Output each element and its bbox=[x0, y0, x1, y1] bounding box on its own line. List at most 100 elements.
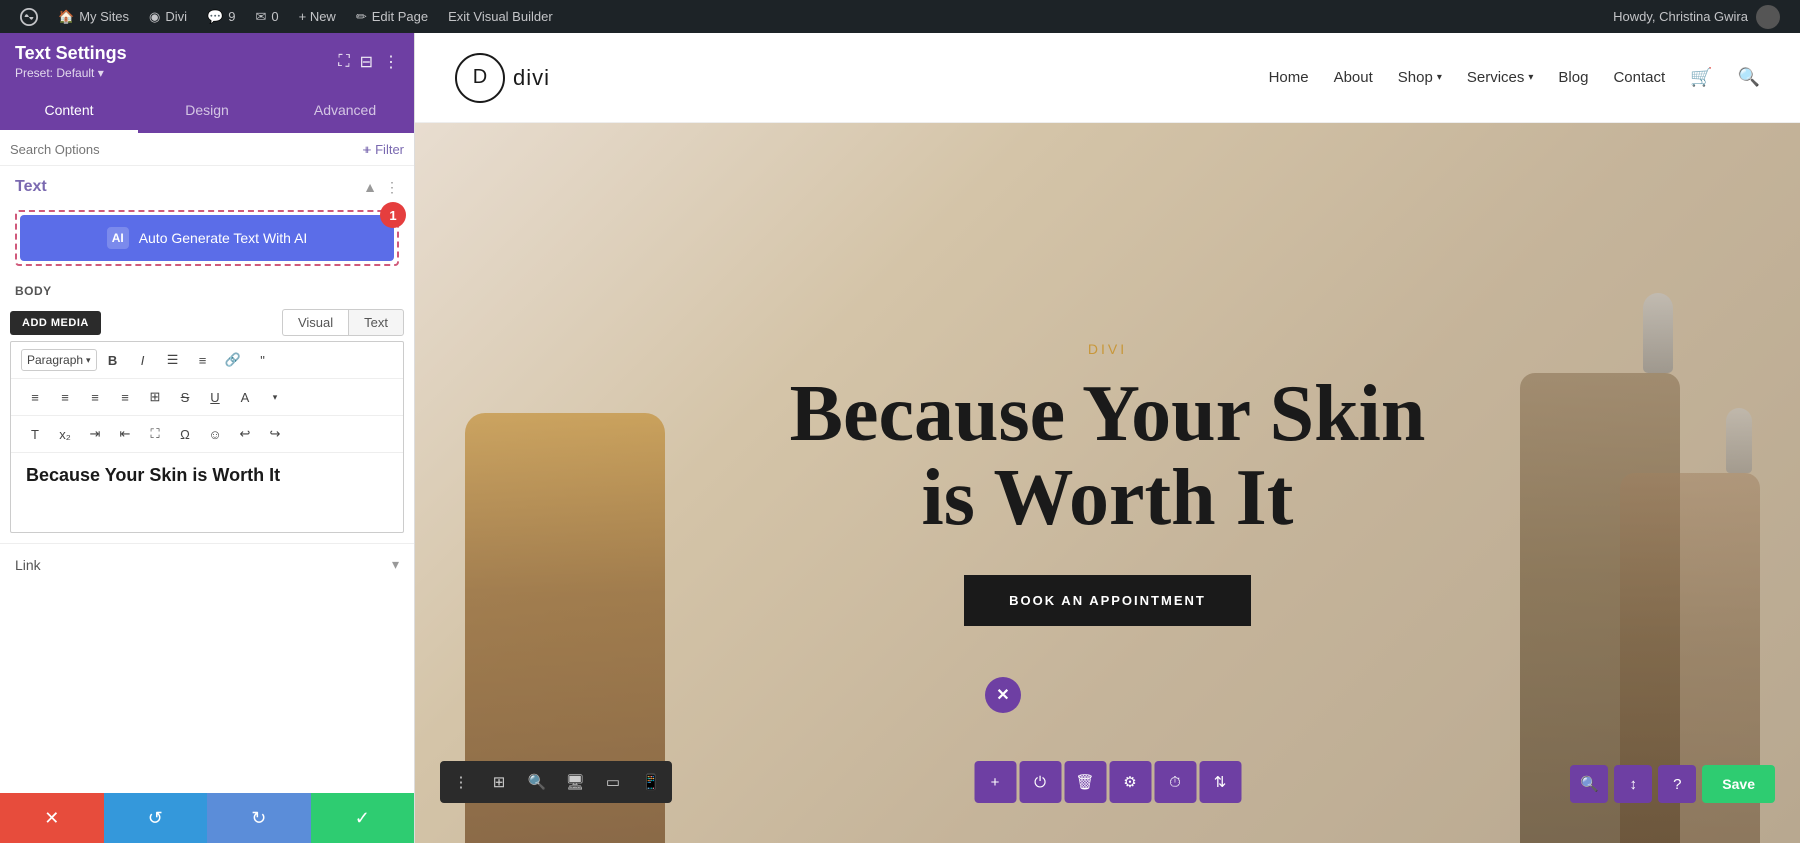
section-header-icons: ▲ ⋮ bbox=[363, 179, 399, 196]
panel-header: Text Settings Preset: Default ▾ ⛶ ⊟ ⋮ bbox=[0, 33, 414, 90]
delete-module-button[interactable]: 🗑 bbox=[1064, 761, 1106, 803]
collapse-icon[interactable]: ▲ bbox=[363, 179, 377, 195]
save-button[interactable]: Save bbox=[1702, 765, 1775, 803]
comments-menu[interactable]: 💬 9 bbox=[197, 0, 245, 33]
tab-design[interactable]: Design bbox=[138, 90, 276, 133]
edit-page-btn[interactable]: ✏ Edit Page bbox=[346, 0, 438, 33]
strikethrough-button[interactable]: S bbox=[171, 383, 199, 411]
ai-generate-button[interactable]: AI Auto Generate Text With AI bbox=[20, 215, 394, 261]
link-button[interactable]: 🔗 bbox=[219, 346, 247, 374]
mobile-view-button[interactable]: 📱 bbox=[632, 763, 670, 801]
nav-about[interactable]: About bbox=[1334, 69, 1373, 86]
outdent-button[interactable]: ⇤ bbox=[111, 420, 139, 448]
align-right-button[interactable]: ≡ bbox=[81, 383, 109, 411]
paste-text-button[interactable]: T bbox=[21, 420, 49, 448]
grid-button[interactable]: ⊞ bbox=[480, 763, 518, 801]
table-button[interactable]: ⊞ bbox=[141, 383, 169, 411]
messages-icon: ✉ bbox=[255, 9, 266, 25]
undo-button[interactable]: ↩ bbox=[231, 420, 259, 448]
add-module-button[interactable]: + bbox=[974, 761, 1016, 803]
add-media-button[interactable]: ADD MEDIA bbox=[10, 311, 101, 335]
text-color-chevron[interactable]: ▾ bbox=[261, 383, 289, 411]
more-options-icon[interactable]: ⋮ bbox=[383, 52, 399, 72]
bold-button[interactable]: B bbox=[99, 346, 127, 374]
body-label: Body bbox=[0, 278, 414, 304]
expand-button[interactable]: ⛶ bbox=[141, 420, 169, 448]
tab-text[interactable]: Text bbox=[348, 309, 404, 336]
search-rows-button[interactable]: 🔍 bbox=[518, 763, 556, 801]
wp-logo[interactable] bbox=[10, 0, 48, 33]
howdy-text: Howdy, Christina Gwira bbox=[1613, 9, 1748, 24]
toolbar-row2: ≡ ≡ ≡ ≡ ⊞ S U A ▾ bbox=[11, 378, 403, 415]
unordered-list-button[interactable]: ☰ bbox=[159, 346, 187, 374]
divi-menu[interactable]: ◉ Divi bbox=[139, 0, 197, 33]
tab-content[interactable]: Content bbox=[0, 90, 138, 133]
editor-content-area[interactable]: Because Your Skin is Worth It bbox=[11, 452, 403, 532]
filter-button[interactable]: + + Filter bbox=[362, 141, 404, 157]
help-button[interactable]: ? bbox=[1658, 765, 1696, 803]
link-label: Link bbox=[15, 557, 41, 573]
toolbar-row1: Paragraph ▾ B I ☰ ≡ 🔗 " bbox=[11, 342, 403, 378]
nav-contact[interactable]: Contact bbox=[1613, 69, 1665, 86]
nav-services[interactable]: Services ▾ bbox=[1467, 69, 1534, 86]
nav-home[interactable]: Home bbox=[1269, 69, 1309, 86]
special-char-button[interactable]: Ω bbox=[171, 420, 199, 448]
shop-caret-icon: ▾ bbox=[1437, 72, 1442, 83]
reset-button[interactable]: ↺ bbox=[104, 793, 208, 843]
tab-advanced[interactable]: Advanced bbox=[276, 90, 414, 133]
align-left-button[interactable]: ≡ bbox=[21, 383, 49, 411]
messages-menu[interactable]: ✉ 0 bbox=[245, 0, 288, 33]
redo-button[interactable]: ↻ bbox=[207, 793, 311, 843]
cart-icon[interactable]: 🛒 bbox=[1690, 67, 1712, 88]
link-section-header[interactable]: Link ▾ bbox=[0, 544, 414, 585]
tab-visual[interactable]: Visual bbox=[282, 309, 348, 336]
nav-blog[interactable]: Blog bbox=[1558, 69, 1588, 86]
new-content-menu[interactable]: + New bbox=[289, 0, 346, 33]
blockquote-button[interactable]: " bbox=[249, 346, 277, 374]
power-button[interactable]: ⏻ bbox=[1019, 761, 1061, 803]
italic-button[interactable]: I bbox=[129, 346, 157, 374]
panel-tabs: Content Design Advanced bbox=[0, 90, 414, 133]
layers-button[interactable]: ↕ bbox=[1614, 765, 1652, 803]
confirm-button[interactable]: ✓ bbox=[311, 793, 415, 843]
purple-close-button[interactable]: ✕ bbox=[985, 677, 1021, 713]
hero-cta-button[interactable]: BOOK AN APPOINTMENT bbox=[964, 575, 1251, 626]
link-chevron-icon: ▾ bbox=[392, 556, 399, 573]
comments-icon: 💬 bbox=[207, 9, 223, 25]
search-builder-button[interactable]: 🔍 bbox=[1570, 765, 1608, 803]
redo-toolbar-button[interactable]: ↪ bbox=[261, 420, 289, 448]
underline-button[interactable]: U bbox=[201, 383, 229, 411]
main-layout: Text Settings Preset: Default ▾ ⛶ ⊟ ⋮ Co… bbox=[0, 33, 1800, 843]
nav-shop[interactable]: Shop ▾ bbox=[1398, 69, 1442, 86]
text-color-button[interactable]: A bbox=[231, 383, 259, 411]
settings-module-button[interactable]: ⚙ bbox=[1109, 761, 1151, 803]
rows-menu-button[interactable]: ⋮ bbox=[442, 763, 480, 801]
left-panel: Text Settings Preset: Default ▾ ⛶ ⊟ ⋮ Co… bbox=[0, 33, 415, 843]
cancel-button[interactable]: ✕ bbox=[0, 793, 104, 843]
emoji-button[interactable]: ☺ bbox=[201, 420, 229, 448]
resize-button[interactable]: ⇅ bbox=[1199, 761, 1241, 803]
columns-icon[interactable]: ⊟ bbox=[360, 52, 373, 72]
exit-builder-btn[interactable]: Exit Visual Builder bbox=[438, 0, 563, 33]
text-section-title: Text bbox=[15, 178, 47, 196]
align-justify-button[interactable]: ≡ bbox=[111, 383, 139, 411]
history-button[interactable]: ⏱ bbox=[1154, 761, 1196, 803]
dropper-cap2-decoration bbox=[1726, 408, 1752, 473]
panel-preset[interactable]: Preset: Default ▾ bbox=[15, 66, 127, 80]
desktop-view-button[interactable]: 🖥 bbox=[556, 763, 594, 801]
ordered-list-button[interactable]: ≡ bbox=[189, 346, 217, 374]
bottom-left-toolbar: ⋮ ⊞ 🔍 🖥 ▭ 📱 bbox=[440, 761, 672, 803]
my-sites-menu[interactable]: 🏠 My Sites bbox=[48, 0, 139, 33]
nav-search-icon[interactable]: 🔍 bbox=[1738, 67, 1760, 88]
pencil-icon: ✏ bbox=[356, 9, 367, 25]
hero-brand: DIVI bbox=[758, 341, 1458, 357]
search-input[interactable] bbox=[10, 142, 362, 157]
align-center-button[interactable]: ≡ bbox=[51, 383, 79, 411]
subscript-button[interactable]: x₂ bbox=[51, 420, 79, 448]
indent-button[interactable]: ⇥ bbox=[81, 420, 109, 448]
tablet-view-button[interactable]: ▭ bbox=[594, 763, 632, 801]
fullscreen-icon[interactable]: ⛶ bbox=[338, 53, 349, 71]
section-menu-icon[interactable]: ⋮ bbox=[385, 179, 399, 196]
ai-button-label: Auto Generate Text With AI bbox=[139, 230, 308, 246]
paragraph-select[interactable]: Paragraph ▾ bbox=[21, 349, 97, 371]
